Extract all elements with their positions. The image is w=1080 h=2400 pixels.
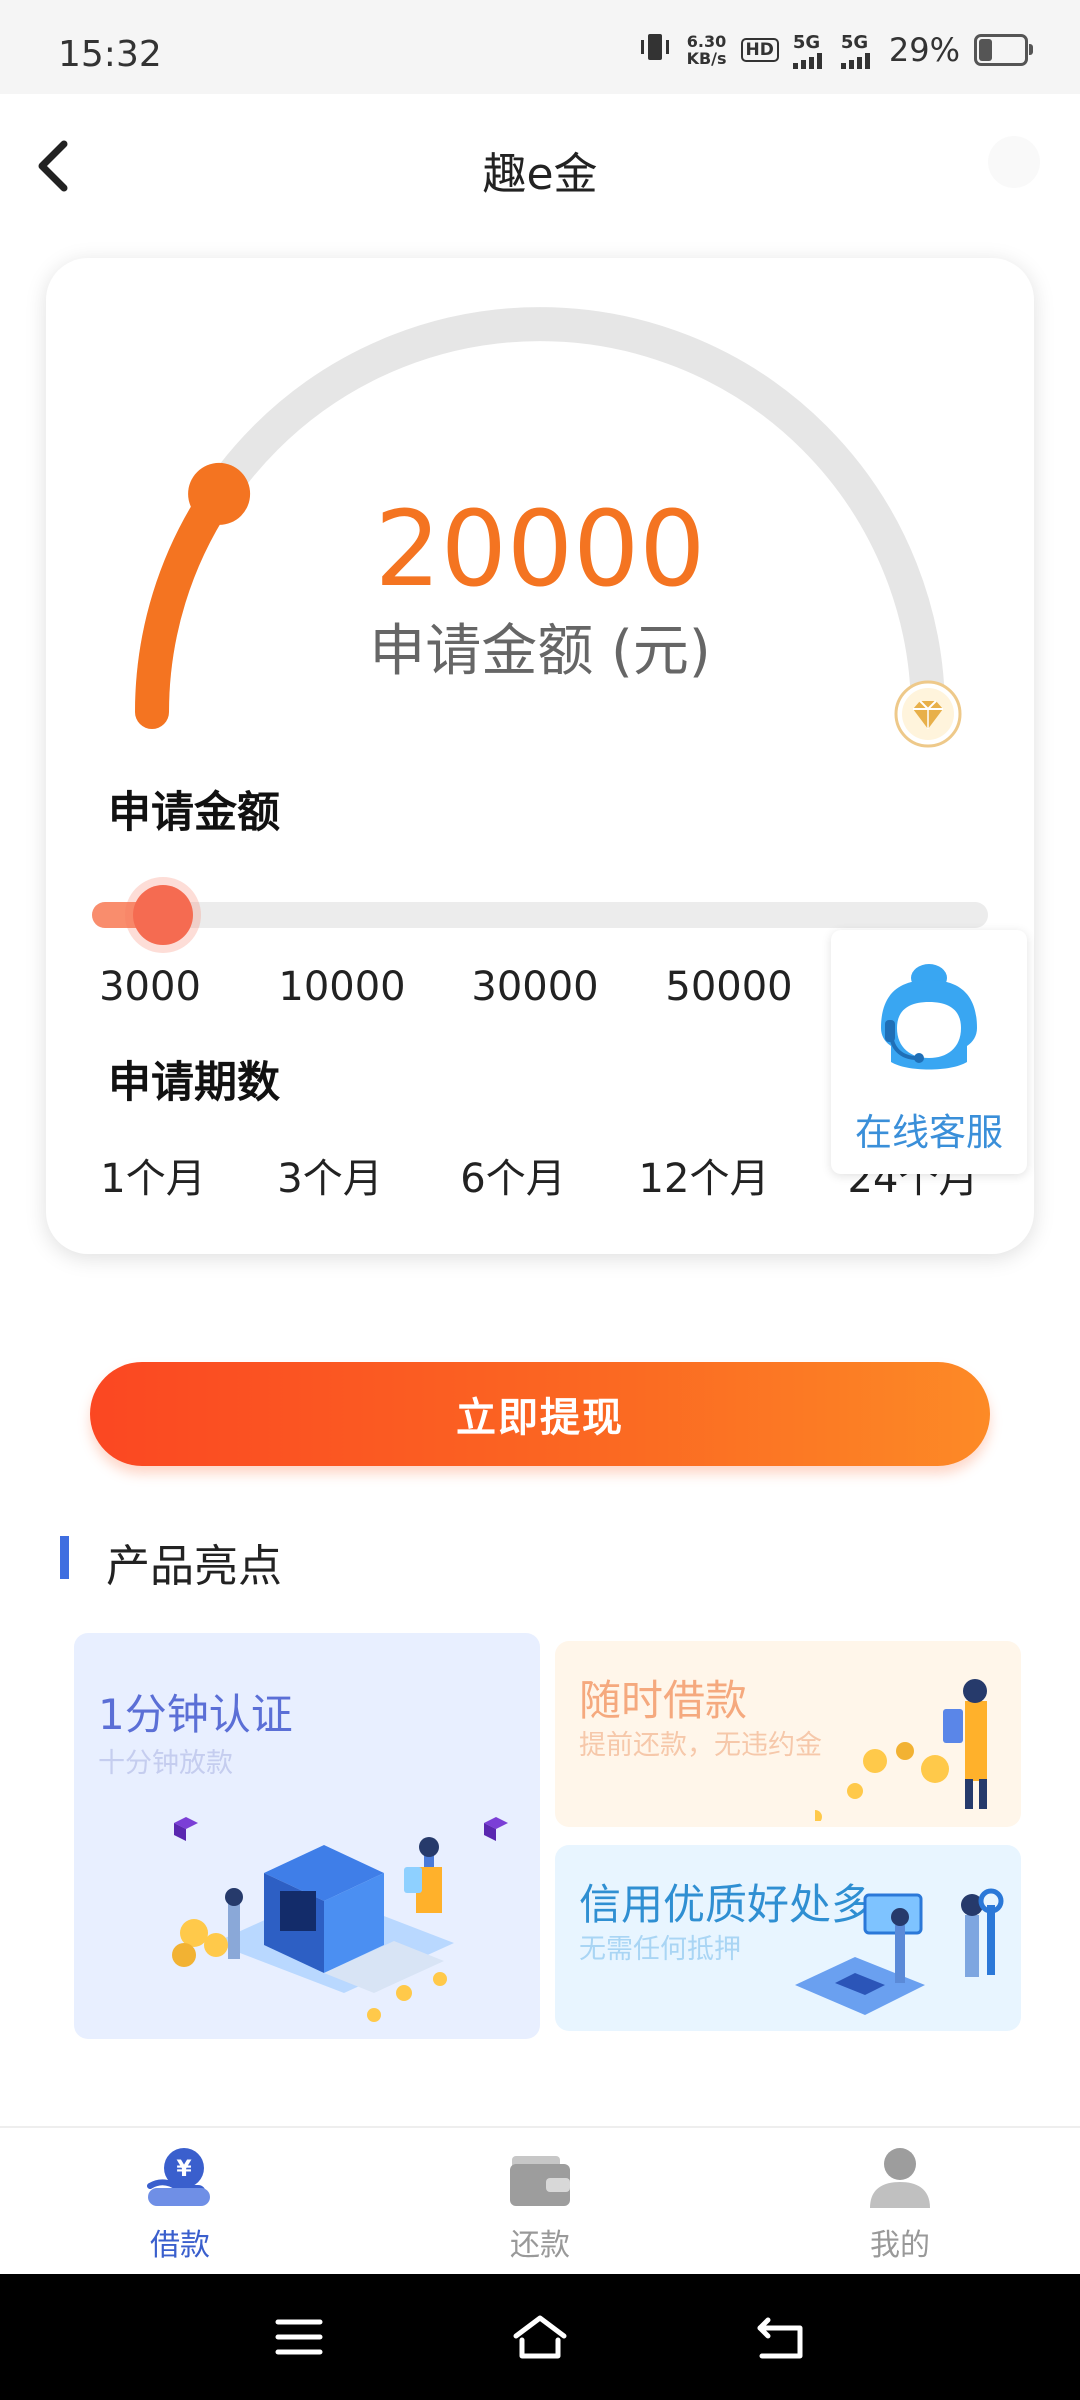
amount-tick[interactable]: 10000: [278, 964, 405, 1010]
highlight-card-verify[interactable]: 1分钟认证 十分钟放款: [74, 1633, 540, 2039]
highlight-card-subtitle: 十分钟放款: [98, 1748, 233, 1779]
status-icons: 6.30 KB/s HD 5G 5G 29%: [637, 30, 1033, 70]
customer-service-icon: [881, 964, 977, 1070]
customer-service-button[interactable]: 在线客服: [831, 930, 1027, 1174]
coins-illustration: [815, 1679, 987, 1821]
loan-icon: ¥: [147, 2148, 210, 2206]
system-navigation-bar: [0, 2274, 1080, 2400]
term-option[interactable]: 12个月: [639, 1146, 770, 1204]
tab-label: 还款: [510, 2228, 570, 2263]
signal-5g-1: 5G: [792, 31, 827, 69]
highlight-card-title: 随时借款: [579, 1676, 748, 1725]
section-accent-bar: [60, 1536, 69, 1579]
svg-text:¥: ¥: [176, 2157, 192, 2182]
back-nav-icon[interactable]: [754, 2312, 808, 2362]
highlight-card-good-credit[interactable]: 信用优质好处多 无需任何抵押: [555, 1845, 1021, 2031]
loan-amount-caption: 申请金额 (元): [369, 619, 711, 684]
status-bar: 15:32 6.30 KB/s HD 5G 5G 29%: [0, 0, 1080, 94]
wallet-icon: [510, 2156, 570, 2206]
profile-icon: [870, 2148, 930, 2208]
hd-badge: HD: [740, 38, 779, 62]
credit-illustration: [795, 1888, 1004, 2015]
amount-tick[interactable]: 3000: [99, 964, 201, 1010]
status-time: 15:32: [58, 34, 162, 75]
battery-percent: 29%: [888, 31, 960, 69]
highlight-card-title: 1分钟认证: [98, 1690, 293, 1739]
amount-section-label: 申请金额: [108, 788, 280, 838]
tab-repay[interactable]: 还款: [440, 2128, 640, 2276]
highlight-card-subtitle: 提前还款，无违约金: [579, 1730, 822, 1761]
tab-label: 我的: [870, 2228, 930, 2263]
net-type-2: 5G: [840, 31, 869, 53]
amount-slider-track[interactable]: [92, 902, 988, 928]
withdraw-now-button[interactable]: 立即提现: [90, 1362, 990, 1466]
signal-bars-icon: [792, 52, 822, 69]
header-action-icon[interactable]: [988, 136, 1040, 188]
vibrate-icon: [637, 32, 673, 69]
highlights-title: 产品亮点: [106, 1541, 282, 1592]
term-option[interactable]: 3个月: [277, 1146, 382, 1204]
net-speed: 6.30 KB/s: [687, 33, 727, 67]
term-section-label: 申请期数: [108, 1058, 280, 1108]
tab-label: 借款: [150, 2228, 210, 2263]
term-option[interactable]: 1个月: [100, 1146, 205, 1204]
tab-mine[interactable]: 我的: [800, 2128, 1000, 2276]
customer-service-label: 在线客服: [855, 1111, 1003, 1154]
app-header: 趣e金: [0, 94, 1080, 234]
home-icon[interactable]: [510, 2312, 570, 2362]
highlight-card-borrow-anytime[interactable]: 随时借款 提前还款，无违约金: [555, 1641, 1021, 1827]
signal-5g-2: 5G: [840, 31, 875, 69]
tab-loan[interactable]: ¥ 借款: [80, 2128, 280, 2276]
verification-illustration: [172, 1817, 508, 2022]
battery-icon: [974, 34, 1033, 66]
net-type-1: 5G: [792, 31, 821, 53]
highlight-card-subtitle: 无需任何抵押: [579, 1934, 741, 1965]
menu-icon[interactable]: [274, 2312, 324, 2362]
loan-amount-value: 20000: [374, 488, 706, 610]
diamond-icon: [894, 680, 962, 748]
signal-bars-icon: [840, 52, 870, 69]
term-option[interactable]: 6个月: [460, 1146, 565, 1204]
amount-slider-thumb[interactable]: [133, 885, 194, 945]
page-title: 趣e金: [482, 149, 598, 200]
amount-tick[interactable]: 50000: [665, 964, 792, 1010]
amount-tick[interactable]: 30000: [471, 964, 598, 1010]
bottom-tab-bar: ¥ 借款 还款 我的: [0, 2126, 1080, 2276]
net-speed-unit: KB/s: [686, 49, 727, 68]
